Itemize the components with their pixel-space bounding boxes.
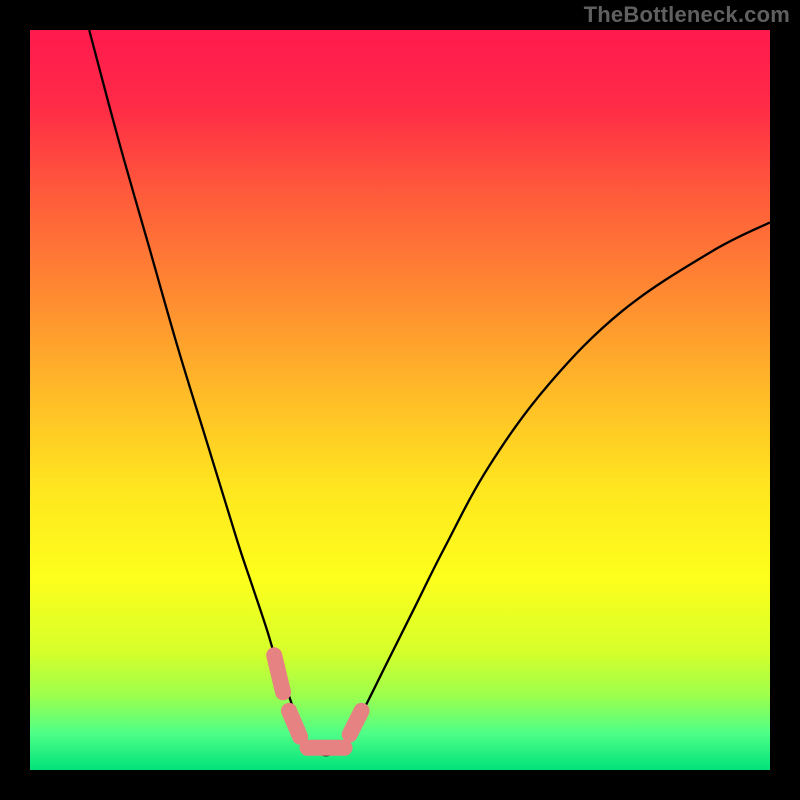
plot-area — [30, 30, 770, 770]
watermark-text: TheBottleneck.com — [584, 2, 790, 28]
bottleneck-chart — [0, 0, 800, 800]
chart-container: TheBottleneck.com — [0, 0, 800, 800]
marker-segment — [274, 655, 283, 692]
marker-segment — [289, 711, 300, 737]
marker-segment — [350, 711, 362, 735]
